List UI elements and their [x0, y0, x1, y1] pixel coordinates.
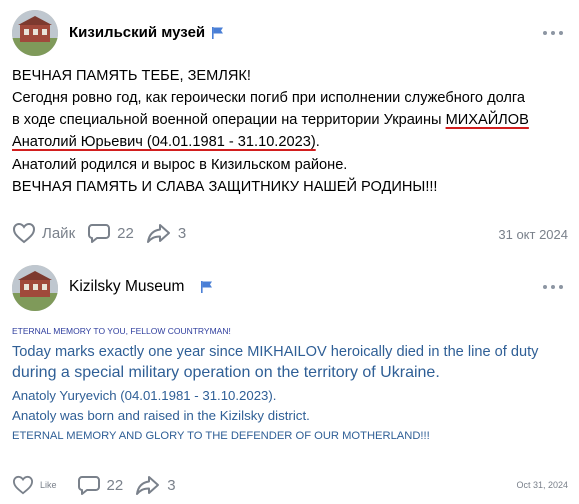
post-text-line-4: Anatoly Yuryevich (04.01.1981 - 31.10.20… [12, 388, 277, 403]
comment-button[interactable]: 22 [77, 474, 124, 496]
share-count: 3 [177, 224, 187, 242]
post-en: Kizilsky Museum ETERNAL MEMORY TO YOU, F… [0, 255, 579, 504]
comment-count: 22 [117, 224, 134, 242]
name-highlight: МИХАЙЛОВ [445, 112, 529, 128]
share-icon [146, 224, 170, 243]
like-label: Like [40, 480, 57, 490]
avatar[interactable] [12, 10, 58, 56]
more-icon[interactable] [543, 284, 563, 290]
post-date[interactable]: Oct 31, 2024 [516, 480, 568, 490]
avatar[interactable] [12, 265, 58, 311]
flag-icon [201, 281, 213, 293]
post-text-line-4: Анатолий Юрьевич (04.01.1981 - 31.10.202… [12, 132, 320, 154]
post-text-line-1: ETERNAL MEMORY TO YOU, FELLOW COUNTRYMAN… [12, 326, 231, 336]
post-text-line-1: ВЕЧНАЯ ПАМЯТЬ ТЕБЕ, ЗЕМЛЯК! [12, 68, 251, 84]
post-text-line-3: during a special military operation on t… [12, 364, 440, 381]
like-label: Лайк [42, 224, 76, 242]
post-actions: Like 22 3 [12, 474, 188, 496]
name-dates-highlight: Анатолий Юрьевич (04.01.1981 - 31.10.202… [12, 134, 316, 150]
post-date[interactable]: 31 окт 2024 [498, 227, 568, 242]
share-icon [136, 476, 160, 495]
post-text-line-3: в ходе специальной военной операции на т… [12, 110, 529, 132]
comment-button[interactable]: 22 [87, 222, 134, 244]
share-count: 3 [167, 476, 176, 494]
like-button[interactable]: Like [12, 475, 65, 495]
comment-icon [77, 476, 100, 495]
post-text-line-2: Сегодня ровно год, как героически погиб … [12, 90, 526, 106]
author-name[interactable]: Кизильский музей [69, 24, 225, 41]
post-text-line-5: Anatoly was born and raised in the Kizil… [12, 408, 310, 423]
comment-icon [88, 224, 111, 243]
post-text-segment: в ходе специальной военной операции на т… [12, 112, 446, 128]
post-text-line-6: ETERNAL MEMORY AND GLORY TO THE DEFENDER… [12, 430, 430, 442]
post-text-line-2: Today marks exactly one year since MIKHA… [12, 344, 539, 360]
post-text-segment: . [315, 134, 320, 150]
more-icon[interactable] [543, 30, 563, 36]
post-actions: Лайк 22 3 [12, 222, 198, 244]
author-name[interactable]: Kizilsky Museum [69, 278, 214, 296]
heart-icon [12, 475, 34, 495]
post-text-line-6: ВЕЧНАЯ ПАМЯТЬ И СЛАВА ЗАЩИТНИКУ НАШЕЙ РО… [12, 179, 438, 195]
author-link[interactable]: Kizilsky Museum [69, 278, 184, 296]
author-link[interactable]: Кизильский музей [69, 24, 205, 41]
share-button[interactable]: 3 [135, 474, 176, 496]
like-button[interactable]: Лайк [12, 222, 75, 244]
heart-icon [12, 222, 36, 244]
post-ru: Кизильский музей ВЕЧНАЯ ПАМЯТЬ ТЕБЕ, ЗЕМ… [0, 0, 579, 255]
share-button[interactable]: 3 [146, 222, 186, 244]
flag-icon [212, 26, 224, 39]
comment-count: 22 [106, 476, 124, 494]
post-text-line-5: Анатолий родился и вырос в Кизильском ра… [12, 157, 348, 173]
